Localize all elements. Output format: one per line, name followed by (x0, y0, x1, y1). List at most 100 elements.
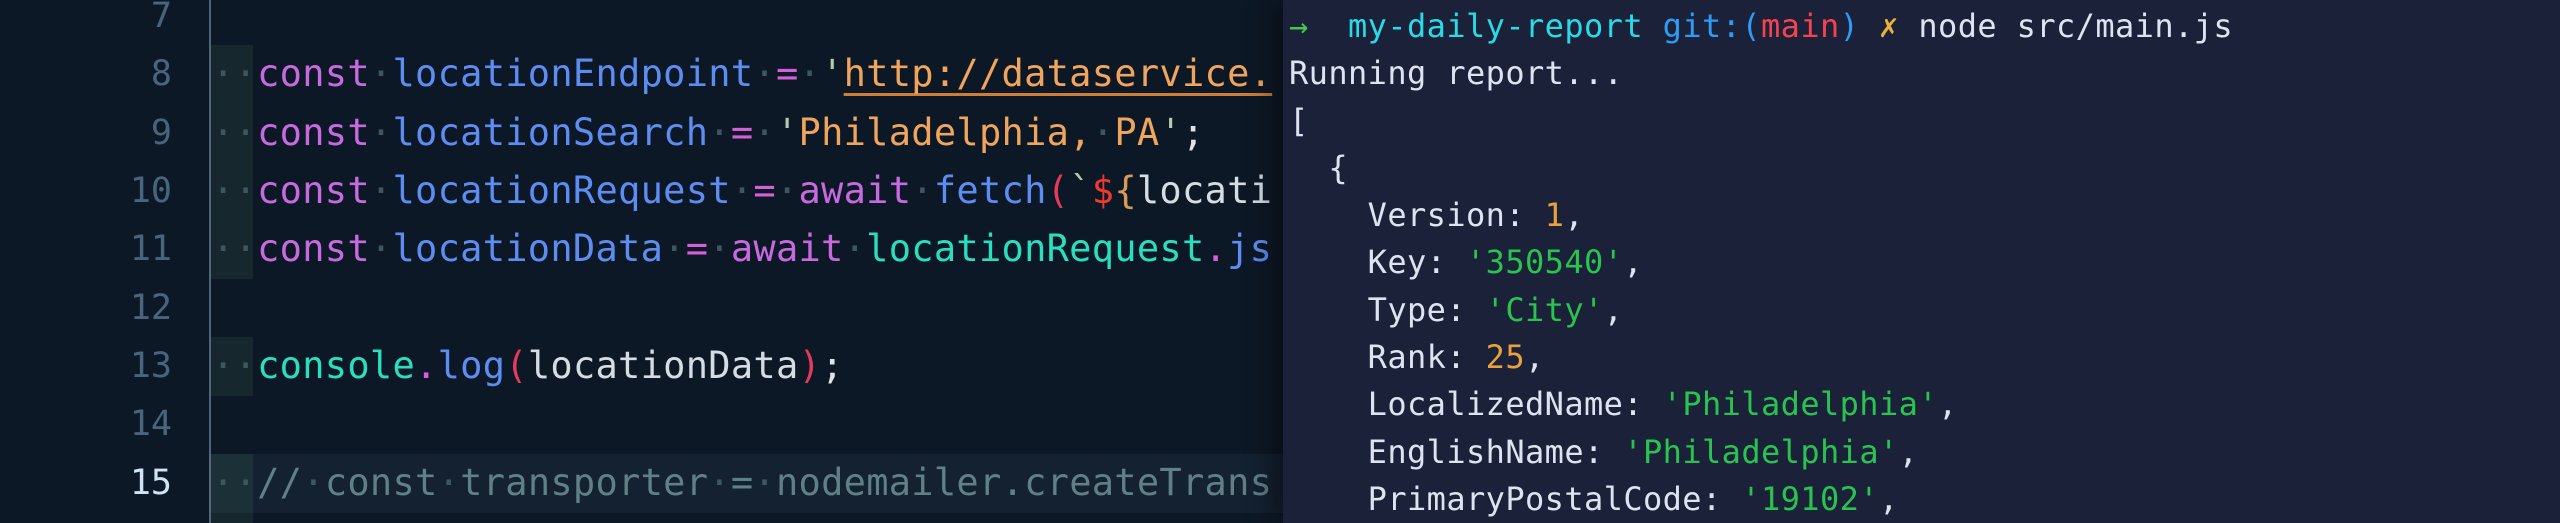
code-token: = (730, 460, 754, 504)
terminal-token: 'Philadelphia' (1623, 432, 1899, 471)
code-token: ·· (212, 460, 258, 504)
code-line-text: ··const·locationData·=·await·locationReq… (212, 220, 1272, 278)
terminal-token: '19102' (1741, 479, 1879, 518)
code-token: · (708, 460, 731, 504)
code-token: const (324, 460, 438, 504)
code-token: · (369, 227, 393, 271)
code-token: console (257, 343, 416, 387)
terminal-token: node src/main.js (1918, 7, 2234, 45)
code-token: const (257, 52, 370, 96)
code-token: · (708, 110, 731, 154)
code-token: · (753, 110, 776, 154)
terminal-token: { (1289, 148, 1348, 187)
code-token: await (798, 168, 912, 212)
code-token: await (730, 227, 844, 271)
code-token: ' (821, 52, 844, 96)
code-line-text: ··console.log(locationData); (212, 337, 844, 395)
line-number: 14 (129, 404, 172, 445)
code-token: log (437, 343, 506, 387)
code-token: · (798, 52, 822, 96)
code-token: = (753, 168, 776, 212)
code-token: · (911, 168, 934, 212)
code-token: PA (1114, 110, 1160, 154)
code-token: = (730, 110, 754, 154)
code-token: locationSearch (392, 110, 709, 154)
code-token: · (843, 227, 867, 271)
terminal-line: Running report... (1289, 50, 2560, 97)
line-number: 13 (129, 345, 172, 386)
code-token: ` (1069, 168, 1092, 212)
code-token: locationRequest (866, 227, 1205, 271)
line-number: 15 (129, 462, 172, 503)
terminal-token: , (1898, 432, 1919, 471)
code-token: ·· (212, 168, 258, 212)
code-token: · (708, 227, 731, 271)
vscode-window: 7 8 ··const·locationEndpoint·=·'http://dat… (0, 0, 2560, 523)
code-token: ; (821, 343, 844, 387)
terminal-token: LocalizedName: (1289, 385, 1663, 424)
code-token: · (775, 168, 799, 212)
line-number: 11 (129, 229, 172, 270)
terminal-token: [ (1289, 101, 1309, 140)
code-token: · (369, 168, 393, 212)
code-token: ' (1159, 110, 1182, 154)
terminal-token: my-daily-report (1348, 7, 1643, 45)
code-token: locati (1136, 168, 1273, 212)
terminal-line: Key: '350540', (1289, 239, 2560, 286)
line-number: 12 (129, 287, 172, 328)
terminal-panel[interactable]: → my-daily-report git:(main) ✗ node src/… (1283, 0, 2560, 523)
terminal-token: , (1937, 385, 1958, 424)
code-token: = (685, 227, 709, 271)
terminal-token: 'City' (1485, 290, 1604, 329)
code-token: const (257, 110, 370, 154)
code-token: ( (505, 343, 528, 387)
terminal-line: EnglishName: 'Philadelphia', (1289, 429, 2560, 476)
code-token: · (437, 460, 461, 504)
code-line-text: ··const·locationRequest·=·await·fetch(`$… (212, 162, 1272, 220)
code-token: = (775, 52, 799, 96)
code-token: ·· (212, 52, 258, 96)
terminal-token: , (1525, 338, 1545, 377)
terminal-token: , (1564, 196, 1584, 235)
code-token: Philadelphia, (798, 110, 1092, 154)
gutter-divider-line (209, 0, 211, 523)
terminal-token: , (1878, 479, 1899, 518)
terminal-lines-container: → my-daily-report git:(main) ✗ node src/… (1289, 3, 2560, 523)
terminal-line: → my-daily-report git:(main) ✗ node src/… (1289, 3, 2560, 50)
code-token: http://dataservice. (843, 52, 1273, 96)
code-token: . (1204, 227, 1228, 271)
terminal-token: 25 (1485, 338, 1525, 377)
terminal-token: 'Philadelphia' (1662, 385, 1938, 424)
code-token: ( (1046, 168, 1070, 212)
terminal-token: EnglishName: (1289, 432, 1624, 471)
terminal-line: [ (1289, 98, 2560, 145)
code-token: ) (798, 343, 822, 387)
terminal-line: Rank: 25, (1289, 334, 2560, 381)
line-number: 9 (150, 112, 172, 153)
code-token: · (369, 52, 393, 96)
line-number: 8 (150, 54, 172, 95)
code-token: · (663, 227, 686, 271)
terminal-token: Type: (1289, 290, 1486, 329)
prompt-arrow-icon: → (1289, 7, 1309, 45)
code-token: locationData (527, 343, 799, 387)
code-token: const (257, 168, 370, 212)
terminal-token: ) (1839, 7, 1860, 45)
terminal-token: , (1623, 243, 1643, 282)
code-token: $ (1091, 168, 1115, 212)
terminal-token: Key: (1289, 243, 1466, 282)
code-token: · (1091, 110, 1115, 154)
code-token: transporter (460, 460, 709, 504)
terminal-token: 1 (1544, 196, 1565, 235)
terminal-line: LocalizedName: 'Philadelphia', (1289, 381, 2560, 428)
code-token: { (1114, 168, 1137, 212)
terminal-token: Rank: (1289, 338, 1486, 377)
terminal-token: , (1603, 290, 1624, 329)
terminal-token: PrimaryPostalCode: (1289, 479, 1742, 518)
code-token: ' (775, 110, 799, 154)
terminal-line: { (1289, 145, 2560, 192)
terminal-token: Version: (1289, 196, 1545, 235)
code-token: locationRequest (392, 168, 731, 212)
